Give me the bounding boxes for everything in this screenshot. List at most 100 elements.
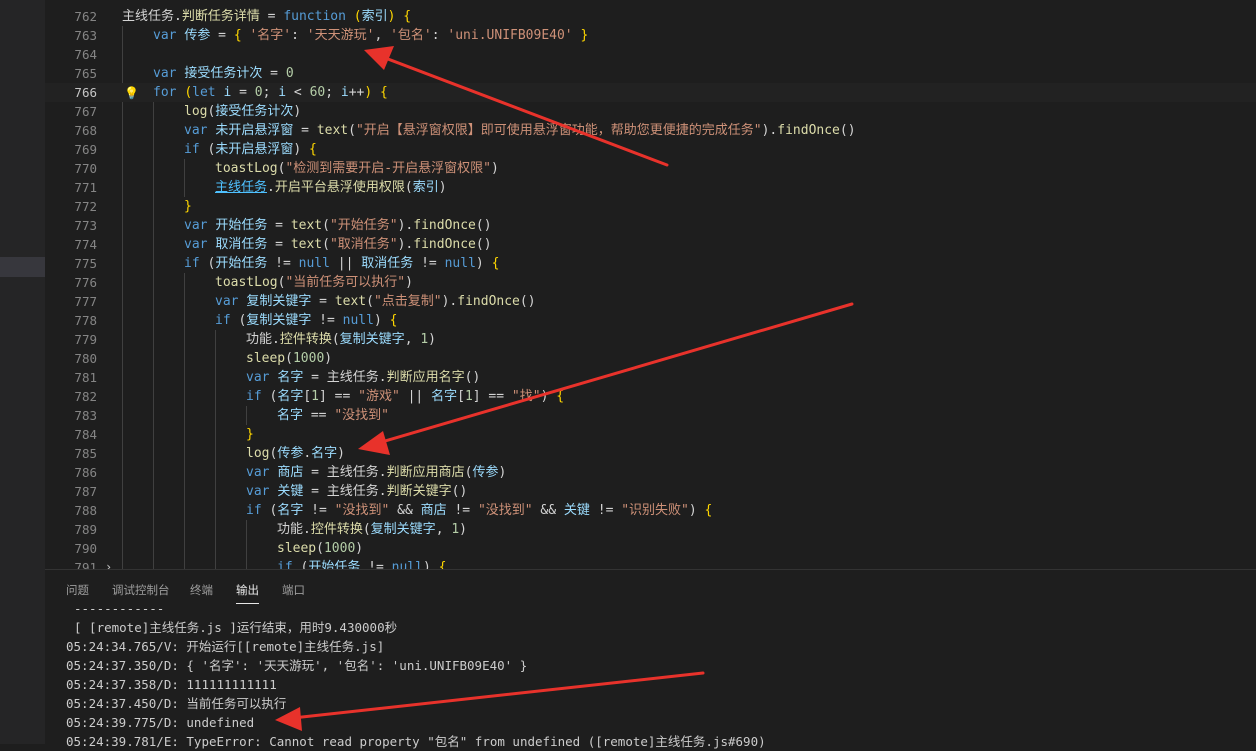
line-number: 773 — [74, 218, 97, 233]
line-number: 788 — [74, 503, 97, 518]
tab-terminal[interactable]: 终端 — [190, 582, 213, 598]
code-text: var 关键 = 主线任务.判断关键字() — [246, 484, 468, 499]
code-line[interactable]: 774 var 取消任务 = text("取消任务").findOnce() — [45, 235, 1256, 254]
line-number: 790 — [74, 541, 97, 556]
line-number: 787 — [74, 484, 97, 499]
code-text: var 接受任务计次 = 0 — [153, 66, 294, 81]
code-line[interactable]: 782 if (名字[1] == "游戏" || 名字[1] == "找") { — [45, 387, 1256, 406]
code-editor[interactable]: 762 主线任务.判断任务详情 = function (索引) { 763 var 传… — [45, 0, 1256, 569]
code-text: if (名字 != "没找到" && 商店 != "没找到" && 关键 != … — [246, 503, 713, 518]
output-line: 05:24:37.358/D: 111111111111 — [66, 677, 277, 692]
code-line[interactable]: 780 sleep(1000) — [45, 349, 1256, 368]
code-line[interactable]: 764 — [45, 45, 1256, 64]
code-line[interactable]: 776 toastLog("当前任务可以执行") — [45, 273, 1256, 292]
code-text: 名字 == "没找到" — [277, 408, 389, 423]
code-line[interactable]: 787 var 关键 = 主线任务.判断关键字() — [45, 482, 1256, 501]
code-text: var 商店 = 主线任务.判断应用商店(传参) — [246, 465, 507, 480]
line-number: 780 — [74, 351, 97, 366]
activity-bar — [0, 0, 45, 744]
tab-output[interactable]: 输出 — [236, 582, 259, 604]
code-line[interactable]: 785 log(传参.名字) — [45, 444, 1256, 463]
code-text: var 取消任务 = text("取消任务").findOnce() — [184, 237, 492, 252]
code-line[interactable]: 762 主线任务.判断任务详情 = function (索引) { — [45, 7, 1256, 26]
code-text: if (未开启悬浮窗) { — [184, 142, 317, 157]
output-line: ------------ — [74, 601, 165, 616]
line-number: 777 — [74, 294, 97, 309]
code-line[interactable]: 791 › if (开始任务 != null) {… — [45, 558, 1256, 569]
code-text: if (开始任务 != null) {… — [277, 560, 455, 569]
code-line[interactable]: 788 if (名字 != "没找到" && 商店 != "没找到" && 关键 … — [45, 501, 1256, 520]
code-text: if (复制关键字 != null) { — [215, 313, 398, 328]
bottom-panel: 问题 调试控制台 终端 输出 端口 ------------ [ [remote]… — [45, 569, 1256, 749]
code-line[interactable]: 786 var 商店 = 主线任务.判断应用商店(传参) — [45, 463, 1256, 482]
code-line[interactable]: 777 var 复制关键字 = text("点击复制").findOnce() — [45, 292, 1256, 311]
line-number: 791 — [74, 560, 97, 569]
line-number: 775 — [74, 256, 97, 271]
output-line: 05:24:39.775/D: undefined — [66, 715, 255, 730]
code-text: var 名字 = 主线任务.判断应用名字() — [246, 370, 481, 385]
output-line: [ [remote]主线任务.js ]运行结束，用时9.430000秒 — [74, 620, 398, 635]
line-number: 778 — [74, 313, 97, 328]
code-text: 主线任务.判断任务详情 = function (索引) { — [122, 9, 412, 24]
line-number: 769 — [74, 142, 97, 157]
code-text: var 开始任务 = text("开始任务").findOnce() — [184, 218, 492, 233]
line-number: 766 — [74, 85, 97, 100]
code-text: 主线任务.开启平台悬浮使用权限(索引) — [215, 180, 447, 195]
code-line[interactable]: 766 💡 for (let i = 0; i < 60; i++) { — [45, 83, 1256, 102]
code-line[interactable]: 772} — [45, 197, 1256, 216]
code-line[interactable]: 783 名字 == "没找到" — [45, 406, 1256, 425]
line-number: 768 — [74, 123, 97, 138]
code-text: toastLog("当前任务可以执行") — [215, 275, 413, 290]
code-text: } — [246, 427, 254, 442]
line-number: 772 — [74, 199, 97, 214]
code-line[interactable]: 768 var 未开启悬浮窗 = text("开启【悬浮窗权限】即可使用悬浮窗功能… — [45, 121, 1256, 140]
code-line[interactable]: 781 var 名字 = 主线任务.判断应用名字() — [45, 368, 1256, 387]
code-line[interactable]: 770 toastLog("检测到需要开启-开启悬浮窗权限") — [45, 159, 1256, 178]
code-text: 功能.控件转换(复制关键字, 1) — [277, 522, 467, 537]
code-text: if (名字[1] == "游戏" || 名字[1] == "找") { — [246, 389, 565, 404]
line-number: 767 — [74, 104, 97, 119]
line-number: 774 — [74, 237, 97, 252]
line-number: 764 — [74, 47, 97, 62]
code-line[interactable]: 765 var 接受任务计次 = 0 — [45, 64, 1256, 83]
chevron-right-icon[interactable]: › — [105, 558, 112, 569]
activity-bar-selected-item[interactable] — [0, 257, 45, 277]
code-text: log(传参.名字) — [246, 446, 345, 461]
code-line[interactable]: 763 var 传参 = { '名字': '天天游玩', '包名': 'uni.U… — [45, 26, 1256, 45]
code-line[interactable]: 769 if (未开启悬浮窗) { — [45, 140, 1256, 159]
code-line[interactable]: 784} — [45, 425, 1256, 444]
output-line: 05:24:39.781/E: TypeError: Cannot read p… — [66, 734, 766, 749]
line-number: 770 — [74, 161, 97, 176]
code-line[interactable]: 778 if (复制关键字 != null) { — [45, 311, 1256, 330]
code-text: var 传参 = { '名字': '天天游玩', '包名': 'uni.UNIF… — [153, 28, 589, 43]
lightbulb-icon[interactable]: 💡 — [124, 86, 139, 100]
tab-ports[interactable]: 端口 — [282, 582, 305, 598]
code-line[interactable]: 771 主线任务.开启平台悬浮使用权限(索引) — [45, 178, 1256, 197]
line-number: 785 — [74, 446, 97, 461]
code-text: 功能.控件转换(复制关键字, 1) — [246, 332, 436, 347]
line-number: 763 — [74, 28, 97, 43]
code-line[interactable]: 789 功能.控件转换(复制关键字, 1) — [45, 520, 1256, 539]
line-number: 762 — [74, 9, 97, 24]
code-line[interactable]: 790 sleep(1000) — [45, 539, 1256, 558]
line-number: 783 — [74, 408, 97, 423]
code-text: toastLog("检测到需要开启-开启悬浮窗权限") — [215, 161, 499, 176]
output-line: 05:24:34.765/V: 开始运行[[remote]主线任务.js] — [66, 639, 385, 654]
line-number: 786 — [74, 465, 97, 480]
code-text: } — [184, 199, 192, 214]
code-text: sleep(1000) — [246, 351, 333, 366]
line-number: 779 — [74, 332, 97, 347]
output-line: 05:24:37.450/D: 当前任务可以执行 — [66, 696, 287, 711]
line-number: 765 — [74, 66, 97, 81]
code-line[interactable]: 779 功能.控件转换(复制关键字, 1) — [45, 330, 1256, 349]
line-number: 789 — [74, 522, 97, 537]
code-text: log(接受任务计次) — [184, 104, 302, 119]
code-text: var 复制关键字 = text("点击复制").findOnce() — [215, 294, 536, 309]
line-number: 784 — [74, 427, 97, 442]
code-line[interactable]: 773 var 开始任务 = text("开始任务").findOnce() — [45, 216, 1256, 235]
line-number: 782 — [74, 389, 97, 404]
code-line[interactable]: 767 log(接受任务计次) — [45, 102, 1256, 121]
tab-debug-console[interactable]: 调试控制台 — [112, 582, 170, 598]
tab-problems[interactable]: 问题 — [66, 582, 89, 598]
code-line[interactable]: 775 if (开始任务 != null || 取消任务 != null) { — [45, 254, 1256, 273]
